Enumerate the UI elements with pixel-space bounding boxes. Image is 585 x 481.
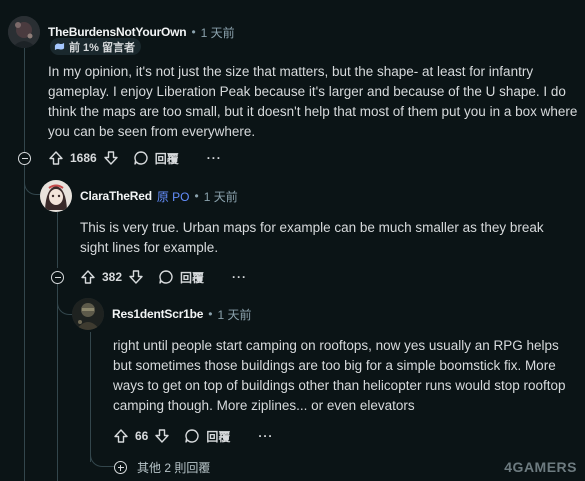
vote-count: 1686 [70,151,97,165]
thread-line-level-1 [57,212,58,268]
vote-count: 66 [135,429,149,443]
thread-line-level-2 [90,332,91,462]
comment-actions: 382 回覆 ··· [80,267,247,287]
separator: • [194,189,199,203]
avatar[interactable] [8,16,40,48]
collapse-button[interactable] [51,271,64,284]
thread-line-level-0-lower [24,164,25,481]
contributor-badge: 前 1% 留言者 [50,38,142,55]
reply-button[interactable]: 回覆 [133,150,179,167]
comment-bubble-icon [185,429,200,443]
upvote-button[interactable] [80,269,96,285]
comment-bubble-icon [134,151,148,165]
more-replies-label: 其他 2 則回覆 [137,461,211,475]
separator: • [191,25,196,39]
upvote-button[interactable] [113,428,129,444]
thread-line-level-1-lower [57,284,58,481]
downvote-icon [104,151,118,165]
reply-button[interactable]: 回覆 [184,428,230,445]
author-name[interactable]: TheBurdensNotYourOwn [48,25,187,39]
timestamp[interactable]: 1 天前 [201,24,235,41]
more-options-button[interactable]: ··· [232,270,247,284]
reply-label: 回覆 [180,270,205,285]
author-name[interactable]: Res1dentScr1be [112,307,203,321]
downvote-icon [129,270,143,284]
thread-elbow-level-1 [24,168,41,195]
author-name[interactable]: ClaraTheRed [80,189,152,203]
upvote-icon [114,429,128,443]
comment-body: This is very true. Urban maps for exampl… [80,220,544,255]
reply-button[interactable]: 回覆 [158,269,204,286]
more-options-button[interactable]: ··· [207,151,222,165]
comment-bubble-icon [159,270,173,284]
collapse-button[interactable] [18,152,31,165]
avatar[interactable] [72,298,104,330]
thread-elbow-more-replies [90,450,115,467]
watermark-logo: 4GAMERS [504,459,577,475]
expand-icon [114,461,127,474]
op-flair: 原 PO [156,189,190,204]
avatar[interactable] [40,180,72,212]
timestamp[interactable]: 1 天前 [204,188,238,205]
comment-actions: 66 回覆 ··· [113,426,273,446]
downvote-icon [155,429,170,443]
downvote-button[interactable] [128,269,144,285]
more-replies-button[interactable]: 其他 2 則回覆 [114,459,210,476]
badge-icon [54,42,65,51]
timestamp[interactable]: 1 天前 [217,306,251,323]
reply-label: 回覆 [206,429,231,444]
comment-body: right until people start camping on roof… [113,338,566,413]
more-options-button[interactable]: ··· [258,429,273,443]
comment-header: ClaraTheRed 原 PO • 1 天前 [40,180,238,212]
comment-actions: 1686 回覆 ··· [48,148,222,168]
vote-count: 382 [102,270,123,284]
comment-thread: TheBurdensNotYourOwn • 1 天前 前 1% 留言者 In … [0,0,585,481]
downvote-button[interactable] [154,428,170,444]
badge-label: 前 1% 留言者 [69,41,136,54]
comment-header: Res1dentScr1be • 1 天前 [72,298,251,330]
upvote-icon [49,151,63,165]
comment-body: In my opinion, it's not just the size th… [48,64,578,139]
upvote-icon [81,270,95,284]
reply-label: 回覆 [154,151,179,166]
separator: • [208,307,213,321]
downvote-button[interactable] [103,150,119,166]
thread-line-level-0 [24,44,25,152]
upvote-button[interactable] [48,150,64,166]
